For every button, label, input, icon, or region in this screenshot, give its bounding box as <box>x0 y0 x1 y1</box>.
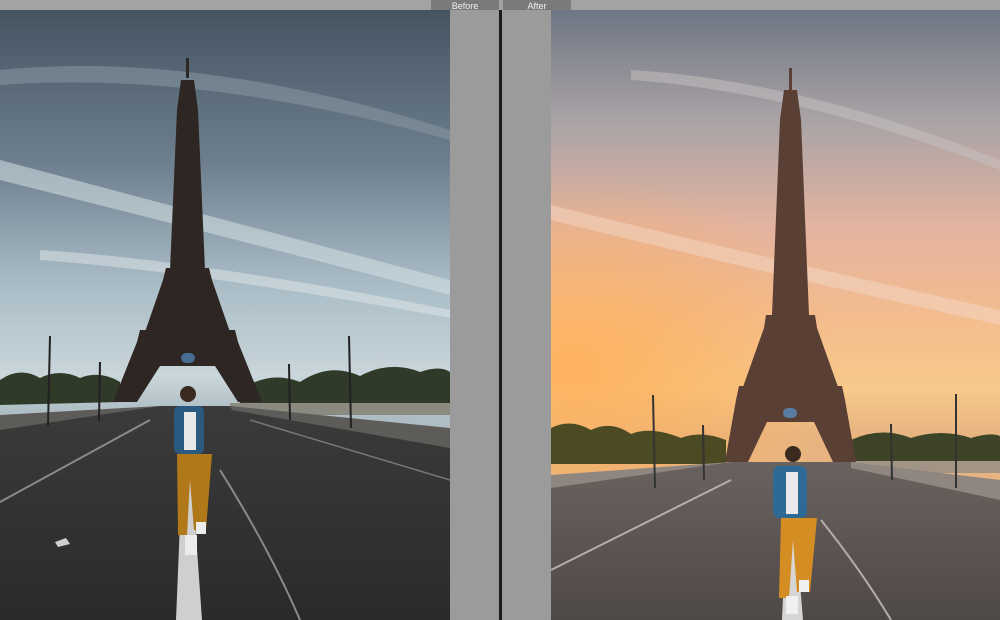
before-photo-panel[interactable] <box>0 10 450 620</box>
right-gutter <box>502 10 551 620</box>
compare-toolbar <box>0 0 1000 10</box>
before-photo <box>0 10 450 620</box>
left-gutter <box>450 10 500 620</box>
after-photo <box>551 10 1000 620</box>
after-photo-panel[interactable] <box>551 10 1000 620</box>
